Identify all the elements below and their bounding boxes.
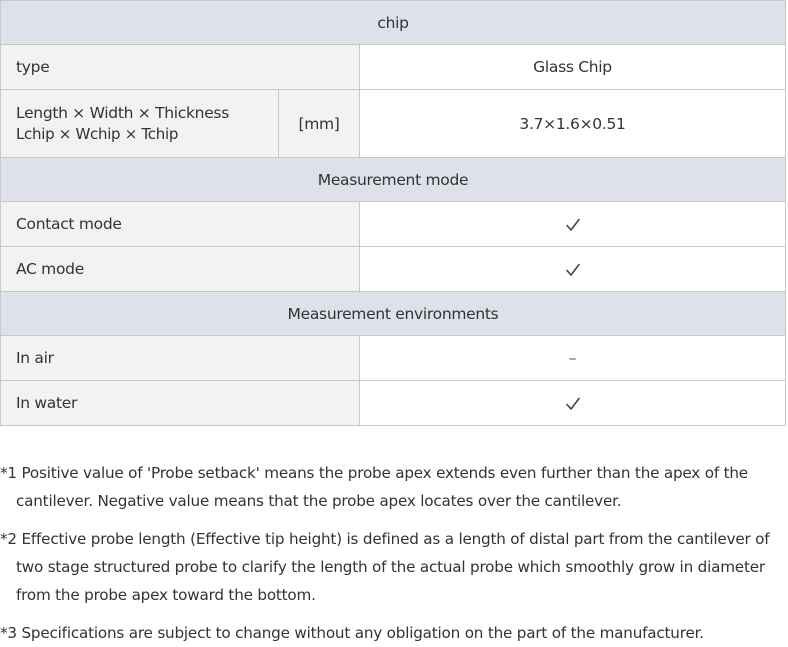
spec-table: chip type Glass Chip Length × Width × Th… (0, 0, 786, 426)
section-row-chip: chip (0, 0, 786, 45)
checkmark-icon (565, 218, 580, 231)
footnote-3: *3 Specifications are subject to change … (0, 624, 704, 642)
row-value-contact (359, 201, 786, 247)
footnote-2: *2 Effective probe length (Effective tip… (0, 530, 770, 604)
row-value-air: – (359, 335, 786, 381)
dimensions-label: Length × Width × Thickness (16, 104, 229, 122)
row-value-dimensions: 3.7×1.6×0.51 (359, 89, 786, 158)
table-row-type: type Glass Chip (0, 44, 786, 90)
section-row-mode: Measurement mode (0, 157, 786, 202)
section-header-chip: chip (0, 0, 786, 45)
row-label-water: In water (0, 380, 360, 426)
checkmark-icon (565, 263, 580, 276)
table-row-ac: AC mode (0, 246, 786, 292)
row-label-contact: Contact mode (0, 201, 360, 247)
row-value-ac (359, 246, 786, 292)
row-label-type: type (0, 44, 360, 90)
row-label-dimensions: Length × Width × Thickness Lchip × Wchip… (0, 89, 279, 158)
table-row-air: In air – (0, 335, 786, 381)
section-row-env: Measurement environments (0, 291, 786, 336)
table-row-water: In water (0, 380, 786, 426)
dimensions-sublabel: Lchip × Wchip × Tchip (16, 125, 179, 143)
row-label-air: In air (0, 335, 360, 381)
checkmark-icon (565, 397, 580, 410)
footnote-1: *1 Positive value of 'Probe setback' mea… (0, 464, 748, 510)
row-unit-dimensions: [mm] (278, 89, 360, 158)
table-row-contact: Contact mode (0, 201, 786, 247)
row-value-type: Glass Chip (359, 44, 786, 90)
row-value-water (359, 380, 786, 426)
row-label-ac: AC mode (0, 246, 360, 292)
section-header-mode: Measurement mode (0, 157, 786, 202)
footnotes: *1 Positive value of 'Probe setback' mea… (0, 459, 770, 647)
table-row-dimensions: Length × Width × Thickness Lchip × Wchip… (0, 89, 786, 158)
section-header-env: Measurement environments (0, 291, 786, 336)
